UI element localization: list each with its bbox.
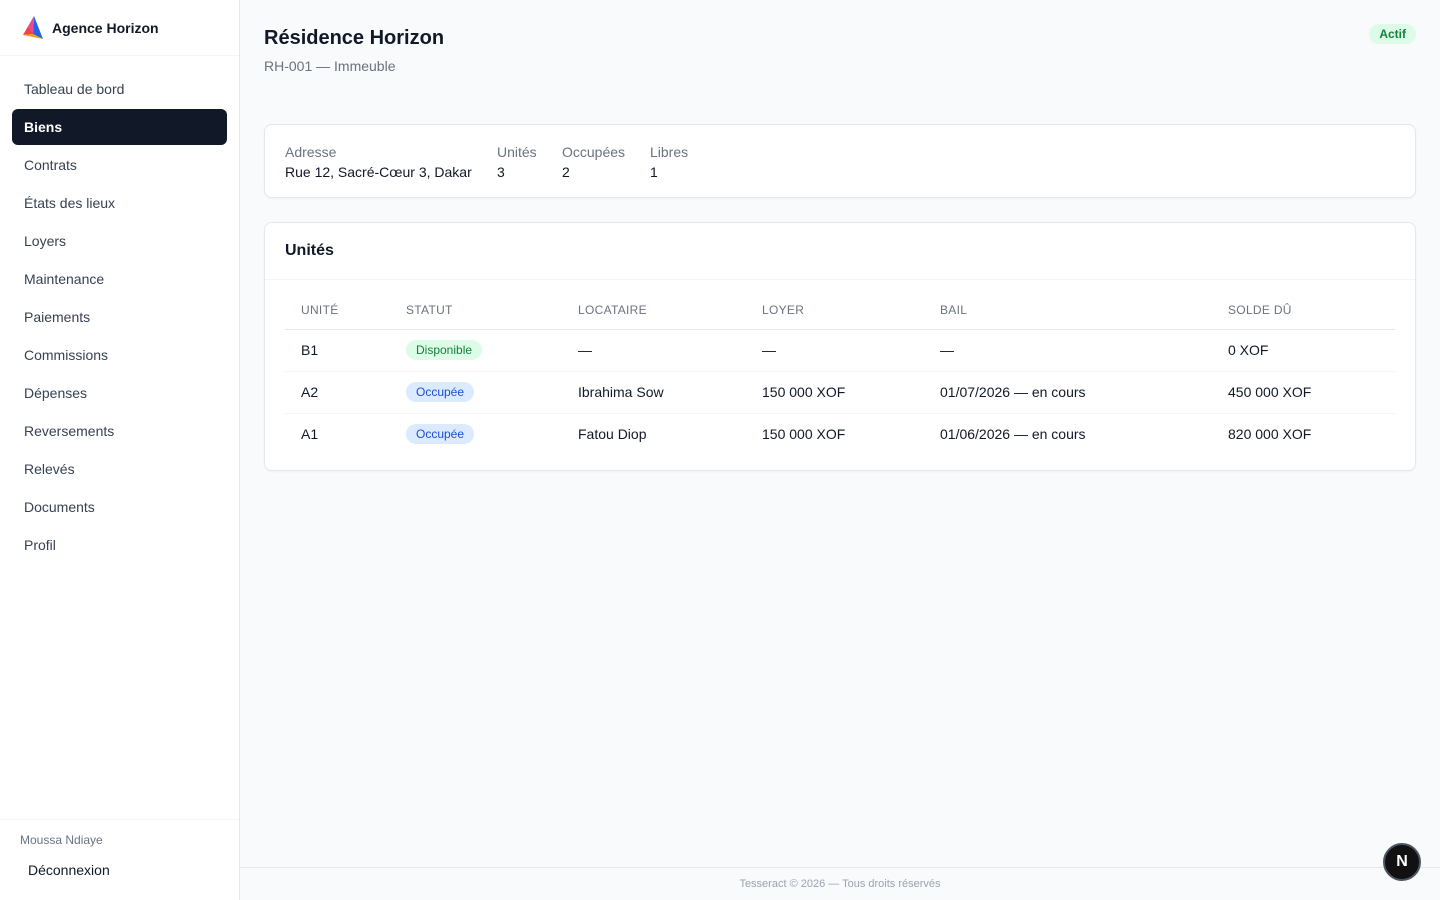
nav-item-depenses[interactable]: Dépenses <box>12 375 227 411</box>
brand[interactable]: Agence Horizon <box>0 0 239 56</box>
table-row[interactable]: A2 Occupée Ibrahima Sow 150 000 XOF 01/0… <box>285 371 1395 414</box>
brand-name: Agence Horizon <box>52 19 159 36</box>
column-header-lease: Bail <box>924 303 1212 330</box>
floating-action-button[interactable]: N <box>1383 843 1421 881</box>
nav-item-commissions[interactable]: Commissions <box>12 337 227 373</box>
tenant-cell: Ibrahima Sow <box>562 371 746 414</box>
balance-cell: 0 XOF <box>1212 329 1395 372</box>
status-badge: Actif <box>1369 24 1416 44</box>
rent-cell: 150 000 XOF <box>746 371 924 414</box>
sidebar-footer: Moussa Ndiaye Déconnexion <box>0 819 239 900</box>
unit-cell: A2 <box>285 371 390 414</box>
nav-item-reversements[interactable]: Reversements <box>12 413 227 449</box>
nav-item-tableau-de-bord[interactable]: Tableau de bord <box>12 71 227 107</box>
address-field: Adresse Rue 12, Sacré-Cœur 3, Dakar <box>285 143 472 181</box>
status-cell: Occupée <box>390 413 562 455</box>
column-header-balance: Solde dû <box>1212 303 1395 330</box>
nav-item-releves[interactable]: Relevés <box>12 451 227 487</box>
lease-cell: — <box>924 329 1212 372</box>
nav-item-profil[interactable]: Profil <box>12 527 227 563</box>
property-info-card: Adresse Rue 12, Sacré-Cœur 3, Dakar Unit… <box>264 124 1416 198</box>
units-title: Unités <box>265 223 1415 280</box>
page-title: Résidence Horizon <box>264 27 445 49</box>
address-value: Rue 12, Sacré-Cœur 3, Dakar <box>285 164 472 180</box>
free-count-value: 1 <box>650 164 658 180</box>
table-row[interactable]: A1 Occupée Fatou Diop 150 000 XOF 01/06/… <box>285 413 1395 455</box>
occupied-count-label: Occupées <box>562 144 626 160</box>
unit-cell: B1 <box>285 329 390 372</box>
table-header-row: Unité Statut Locataire Loyer Bail Solde … <box>285 303 1395 330</box>
tenant-cell: Fatou Diop <box>578 426 647 443</box>
rent-cell: 150 000 XOF <box>762 426 846 443</box>
nav-item-biens[interactable]: Biens <box>12 109 227 145</box>
units-card: Unités Unité Statut Locataire Loyer Bail… <box>264 222 1416 471</box>
nav-item-documents[interactable]: Documents <box>12 489 227 525</box>
nav-item-maintenance[interactable]: Maintenance <box>12 261 227 297</box>
triangle-logo-icon <box>23 15 43 39</box>
unit-cell: A1 <box>301 426 319 443</box>
occupied-count-value: 2 <box>562 164 570 180</box>
page-footer: Tesseract © 2026 — Tous droits réservés <box>240 867 1440 900</box>
main-nav: Tableau de bord Biens Contrats États des… <box>12 71 227 565</box>
logout-button[interactable]: Déconnexion <box>16 856 122 884</box>
units-count-field: Unités 3 <box>497 143 537 181</box>
lease-cell: 01/06/2026 — en cours <box>940 426 1086 443</box>
units-table: Unité Statut Locataire Loyer Bail Solde … <box>285 303 1395 455</box>
free-count-field: Libres 1 <box>650 143 688 181</box>
column-header-status: Statut <box>390 303 562 330</box>
status-cell: Disponible <box>390 329 562 372</box>
column-header-tenant: Locataire <box>562 303 746 330</box>
status-pill: Disponible <box>406 340 483 360</box>
table-row[interactable]: B1 Disponible — — — 0 XOF <box>285 329 1395 372</box>
column-header-unit: Unité <box>285 303 390 330</box>
status-pill: Occupée <box>406 382 475 402</box>
page-subtitle: RH-001 — Immeuble <box>264 58 396 74</box>
sidebar: Agence Horizon Tableau de bord Biens Con… <box>0 0 240 900</box>
nav-item-contrats[interactable]: Contrats <box>12 147 227 183</box>
status-cell: Occupée <box>390 371 562 414</box>
column-header-rent: Loyer <box>746 303 924 330</box>
nav-item-etats-des-lieux[interactable]: États des lieux <box>12 185 227 221</box>
rent-cell: — <box>746 329 924 372</box>
balance-cell: 820 000 XOF <box>1228 426 1312 443</box>
units-count-label: Unités <box>497 144 537 160</box>
user-name: Moussa Ndiaye <box>20 833 103 847</box>
tenant-cell: — <box>562 329 746 372</box>
units-count-value: 3 <box>497 164 505 180</box>
free-count-label: Libres <box>650 144 689 160</box>
occupied-count-field: Occupées 2 <box>562 143 625 181</box>
address-label: Adresse <box>285 144 337 160</box>
nav-item-loyers[interactable]: Loyers <box>12 223 227 259</box>
balance-cell: 450 000 XOF <box>1212 371 1395 414</box>
nav-item-paiements[interactable]: Paiements <box>12 299 227 335</box>
main-content: Résidence Horizon RH-001 — Immeuble Acti… <box>240 0 1440 900</box>
lease-cell: 01/07/2026 — en cours <box>924 371 1212 414</box>
status-pill: Occupée <box>406 424 475 445</box>
